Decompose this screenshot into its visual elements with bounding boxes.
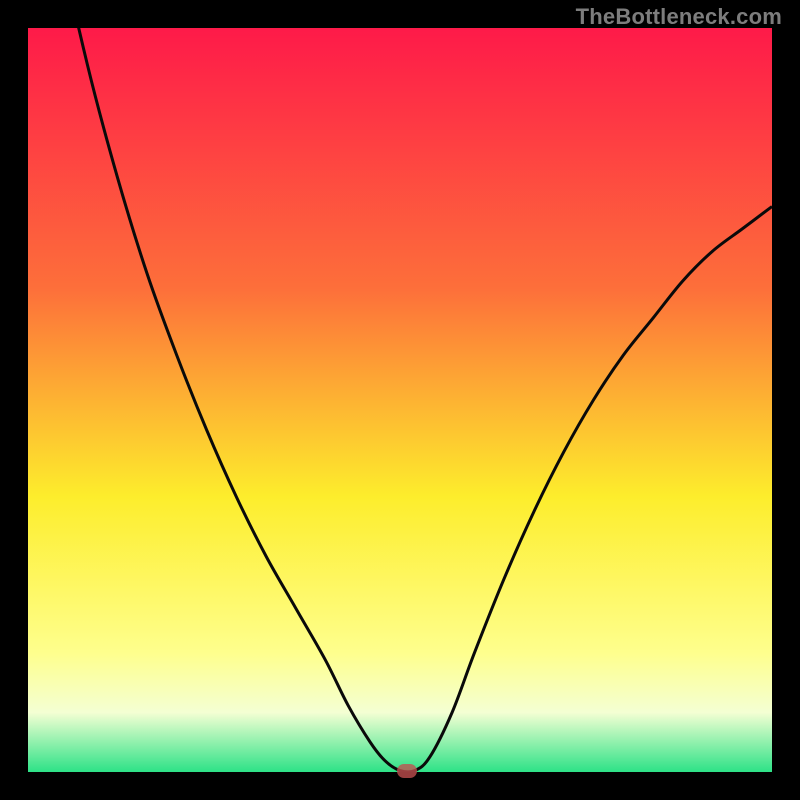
plot-area — [28, 28, 772, 772]
gradient-background — [28, 28, 772, 772]
watermark-label: TheBottleneck.com — [576, 4, 782, 30]
bottleneck-chart — [28, 28, 772, 772]
chart-frame: TheBottleneck.com — [0, 0, 800, 800]
optimal-point-marker — [397, 764, 417, 778]
